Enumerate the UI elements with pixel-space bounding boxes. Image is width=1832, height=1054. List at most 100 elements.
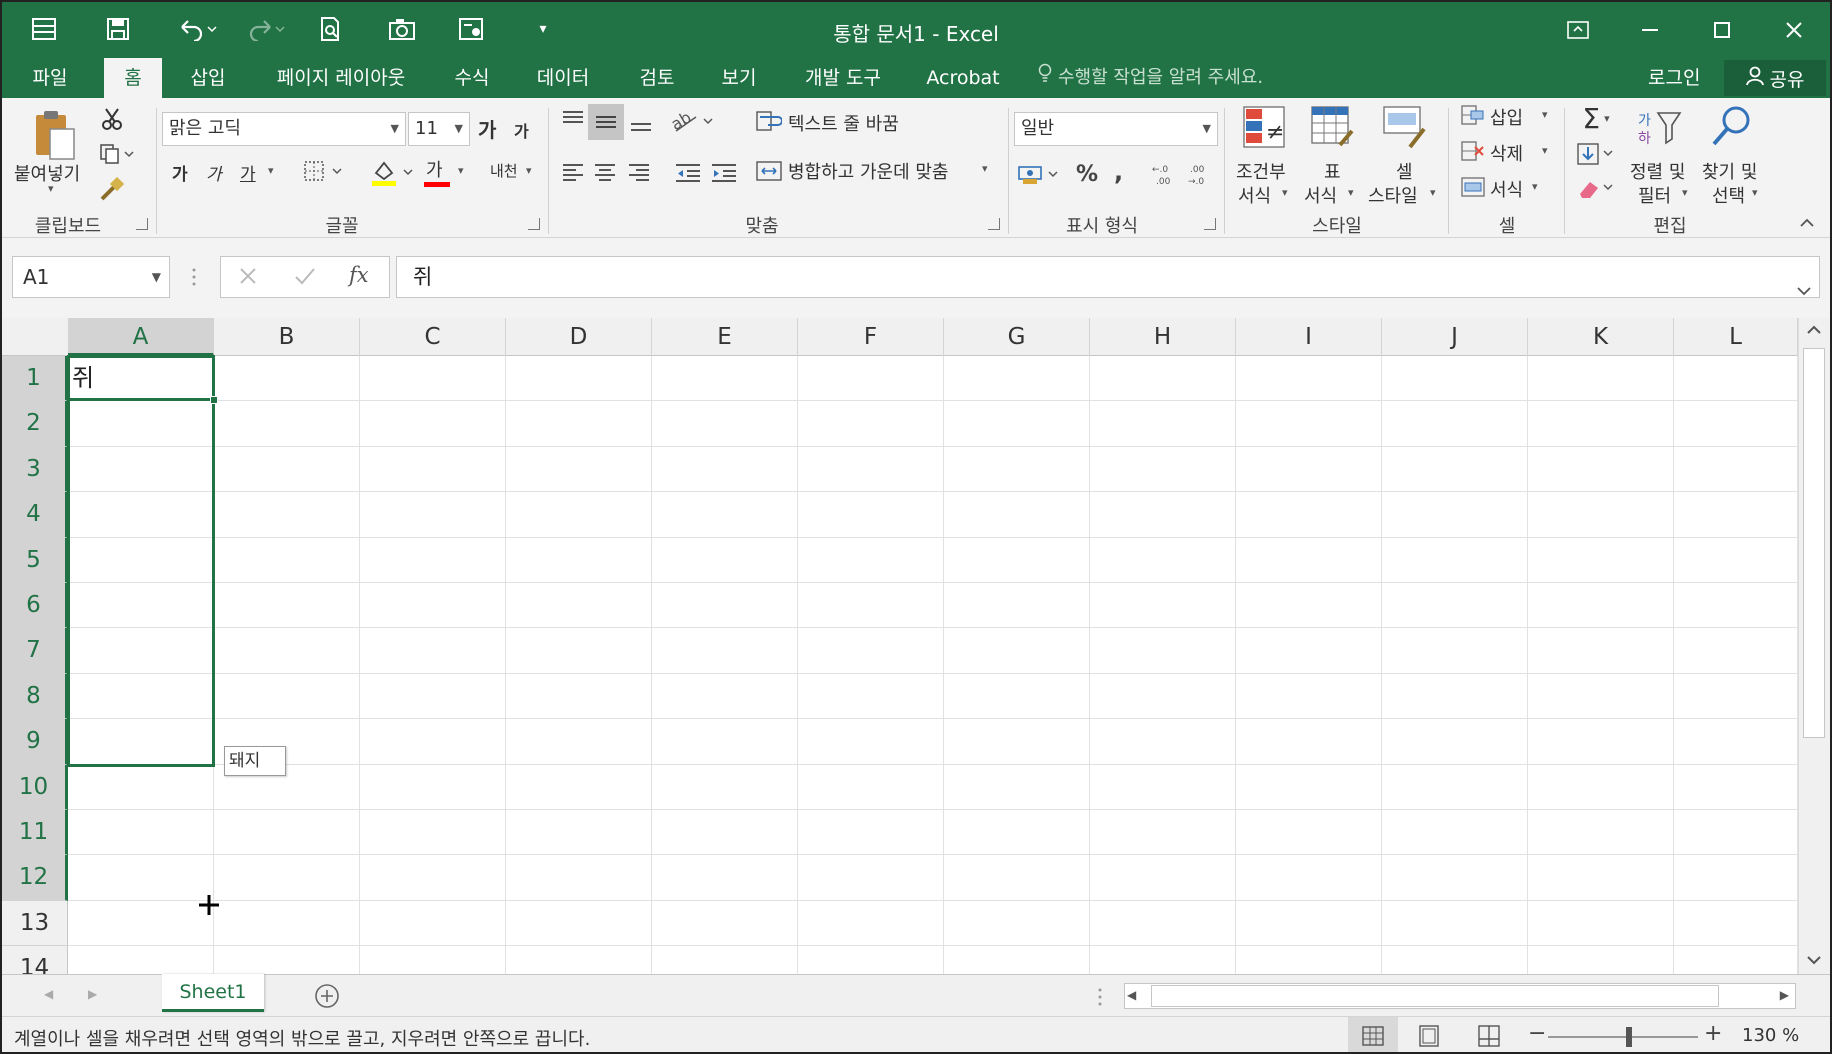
- conditional-formatting-icon[interactable]: ≠: [1240, 104, 1290, 152]
- tab-split-grip-icon[interactable]: [1098, 987, 1102, 1011]
- merge-dropdown-icon[interactable]: ▾: [982, 162, 988, 175]
- merge-center-button[interactable]: 병합하고 가운데 맞춤: [788, 158, 948, 184]
- delete-cells-icon[interactable]: [1458, 138, 1488, 166]
- scroll-left-icon[interactable]: ◀: [1127, 988, 1136, 1002]
- format-as-table-icon[interactable]: [1308, 104, 1358, 152]
- tab-acrobat[interactable]: Acrobat: [914, 58, 1012, 98]
- cancel-icon[interactable]: [237, 265, 259, 291]
- horizontal-scrollbar[interactable]: ◀ ▶: [1124, 983, 1796, 1009]
- selection-range[interactable]: [67, 355, 215, 767]
- sheet-tab-sheet1[interactable]: Sheet1: [162, 974, 264, 1012]
- row-header-6[interactable]: 6: [2, 583, 68, 629]
- column-header-a[interactable]: A: [68, 318, 214, 356]
- orientation-icon[interactable]: ab: [668, 104, 718, 138]
- percent-button[interactable]: %: [1076, 162, 1098, 187]
- find-select-label-1[interactable]: 찾기 및: [1702, 158, 1757, 184]
- collapse-ribbon-icon[interactable]: [1794, 212, 1820, 234]
- tab-view[interactable]: 보기: [704, 58, 774, 98]
- fill-color-icon[interactable]: [368, 156, 418, 190]
- column-header-j[interactable]: J: [1382, 318, 1528, 356]
- vertical-scrollbar[interactable]: [1798, 318, 1830, 974]
- comma-button[interactable]: ,: [1114, 158, 1123, 186]
- name-box[interactable]: A1 ▼: [12, 256, 170, 298]
- prev-sheet-icon[interactable]: ◀: [44, 987, 53, 1001]
- row-header-1[interactable]: 1: [2, 356, 68, 402]
- format-painter-icon[interactable]: [94, 172, 130, 206]
- insert-cells-button[interactable]: 삽입: [1490, 104, 1523, 130]
- tab-file[interactable]: 파일: [12, 58, 88, 98]
- horizontal-scroll-thumb[interactable]: [1151, 985, 1719, 1007]
- tab-home[interactable]: 홈: [104, 58, 162, 98]
- row-header-9[interactable]: 9: [2, 719, 68, 765]
- conditional-formatting-label-1[interactable]: 조건부: [1236, 158, 1286, 184]
- tab-data[interactable]: 데이터: [522, 58, 604, 98]
- column-header-g[interactable]: G: [944, 318, 1090, 356]
- alignment-launcher-icon[interactable]: [988, 218, 1000, 230]
- row-header-11[interactable]: 11: [2, 810, 68, 856]
- italic-button[interactable]: 가: [206, 160, 222, 185]
- bold-button[interactable]: 가: [172, 160, 188, 185]
- tab-developer[interactable]: 개발 도구: [792, 58, 894, 98]
- format-cells-icon[interactable]: [1458, 174, 1488, 202]
- format-as-table-label-1[interactable]: 표: [1324, 158, 1341, 184]
- shrink-font-button[interactable]: 가: [514, 118, 529, 142]
- font-color-button[interactable]: 가 ▾: [422, 154, 472, 190]
- underline-dropdown-icon[interactable]: ▾: [268, 164, 274, 177]
- chevron-down-icon[interactable]: ▾: [1532, 180, 1538, 193]
- align-center-icon[interactable]: [588, 156, 622, 190]
- phonetic-dropdown-icon[interactable]: ▾: [526, 164, 532, 177]
- sort-filter-label-1[interactable]: 정렬 및: [1630, 158, 1685, 184]
- column-header-d[interactable]: D: [506, 318, 652, 356]
- chevron-down-icon[interactable]: ▾: [1348, 186, 1354, 199]
- vertical-scroll-thumb[interactable]: [1803, 348, 1825, 738]
- align-left-icon[interactable]: [556, 156, 590, 190]
- chevron-down-icon[interactable]: ▾: [1752, 186, 1758, 199]
- font-size-combo[interactable]: 11 ▼: [408, 112, 470, 146]
- maximize-icon[interactable]: [1692, 8, 1752, 52]
- increase-decimal-icon[interactable]: ←.0.00: [1148, 158, 1182, 192]
- column-header-h[interactable]: H: [1090, 318, 1236, 356]
- paste-icon[interactable]: [24, 106, 84, 162]
- underline-button[interactable]: 가: [240, 160, 256, 185]
- cell-styles-label-2[interactable]: 스타일: [1368, 182, 1418, 208]
- tab-insert[interactable]: 삽입: [176, 58, 240, 98]
- column-header-k[interactable]: K: [1528, 318, 1674, 356]
- autosum-icon[interactable]: Σ ▾: [1572, 102, 1620, 135]
- row-header-14[interactable]: 14: [2, 946, 68, 974]
- close-icon[interactable]: [1764, 8, 1824, 52]
- chevron-down-icon[interactable]: ▾: [1542, 144, 1548, 157]
- wrap-text-icon[interactable]: [754, 108, 784, 136]
- cell-styles-icon[interactable]: [1380, 104, 1430, 152]
- insert-function-icon[interactable]: fx: [349, 263, 369, 287]
- tab-formulas[interactable]: 수식: [442, 58, 502, 98]
- font-name-combo[interactable]: 맑은 고딕 ▼: [162, 112, 406, 146]
- fill-handle[interactable]: [210, 396, 218, 404]
- sort-filter-icon[interactable]: 가하: [1634, 104, 1686, 152]
- scroll-down-icon[interactable]: [1805, 952, 1823, 971]
- find-select-icon[interactable]: [1706, 102, 1756, 152]
- decrease-decimal-icon[interactable]: .00 →.0: [1184, 158, 1218, 192]
- increase-indent-icon[interactable]: [706, 156, 742, 190]
- zoom-out-icon[interactable]: −: [1528, 1021, 1546, 1046]
- chevron-down-icon[interactable]: ▾: [1682, 186, 1688, 199]
- formula-bar-grip[interactable]: [192, 266, 196, 288]
- chevron-down-icon[interactable]: ▾: [1282, 186, 1288, 199]
- number-launcher-icon[interactable]: [1204, 218, 1216, 230]
- row-header-13[interactable]: 13: [2, 900, 68, 947]
- row-header-10[interactable]: 10: [2, 764, 68, 810]
- copy-icon[interactable]: [94, 138, 140, 170]
- align-top-icon[interactable]: [556, 102, 590, 136]
- zoom-slider-track[interactable]: [1548, 1036, 1698, 1038]
- tab-page-layout[interactable]: 페이지 레이아웃: [258, 58, 424, 98]
- chevron-down-icon[interactable]: ▾: [1542, 108, 1548, 121]
- accounting-format-icon[interactable]: [1016, 160, 1062, 190]
- tell-me-search[interactable]: 수행할 작업을 알려 주세요.: [1038, 58, 1263, 98]
- row-header-7[interactable]: 7: [2, 628, 68, 674]
- format-cells-button[interactable]: 서식: [1490, 176, 1523, 202]
- cut-icon[interactable]: [94, 102, 130, 136]
- find-select-label-2[interactable]: 선택: [1712, 182, 1745, 208]
- conditional-formatting-label-2[interactable]: 서식: [1238, 182, 1271, 208]
- wrap-text-button[interactable]: 텍스트 줄 바꿈: [788, 110, 899, 136]
- zoom-slider-thumb[interactable]: [1626, 1027, 1632, 1047]
- paste-dropdown-icon[interactable]: ▾: [48, 182, 54, 195]
